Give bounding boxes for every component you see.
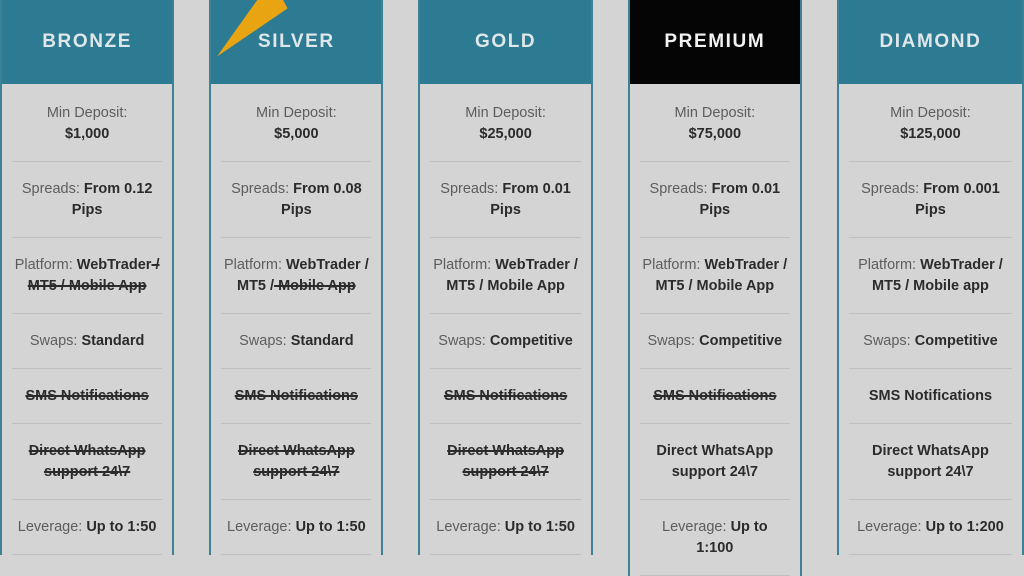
feature-whatsapp-support-premium: Direct WhatsApp support 24\7 bbox=[639, 424, 790, 501]
feature-swaps-gold: Swaps: Competitive bbox=[430, 314, 581, 370]
plan-title-gold: GOLD bbox=[474, 30, 537, 52]
plan-title-silver: SILVER bbox=[257, 30, 335, 52]
plan-card-diamond[interactable]: DIAMOND Min Deposit: $125,000 Spreads: From… bbox=[836, 0, 1024, 556]
plan-features-bronze: Min Deposit: $1,000 Spreads: From 0.12 Pip… bbox=[2, 84, 172, 556]
feature-spreads-premium: Spreads: From 0.01 Pips bbox=[639, 162, 790, 239]
plan-title-premium: PREMIUM bbox=[664, 30, 766, 52]
feature-platform-silver: Platform: WebTrader / MT5 / Mobile App bbox=[221, 238, 372, 315]
feature-platform-diamond: Platform: WebTrader / MT5 / Mobile app bbox=[848, 238, 1012, 315]
feature-swaps-silver: Swaps: Standard bbox=[221, 314, 372, 370]
plan-header-silver: SILVER bbox=[211, 0, 382, 84]
plan-header-diamond: DIAMOND bbox=[838, 0, 1022, 84]
plan-title-diamond: DIAMOND bbox=[879, 30, 982, 52]
feature-platform-gold: Platform: WebTrader / MT5 / Mobile App bbox=[430, 238, 581, 315]
feature-min-deposit-silver: Min Deposit: $5,000 bbox=[221, 84, 372, 163]
feature-leverage-bronze: Leverage: Up to 1:50 bbox=[12, 500, 163, 556]
feature-leverage-premium: Leverage: Up to 1:100 bbox=[639, 500, 790, 576]
feature-spreads-diamond: Spreads: From 0.001 Pips bbox=[848, 162, 1012, 239]
feature-leverage-diamond: Leverage: Up to 1:200 bbox=[848, 500, 1012, 556]
feature-platform-premium: Platform: WebTrader / MT5 / Mobile App bbox=[639, 238, 790, 315]
plan-card-premium[interactable]: PREMIUM Min Deposit: $75,000 Spreads: From … bbox=[627, 0, 802, 576]
feature-leverage-gold: Leverage: Up to 1:50 bbox=[430, 500, 581, 556]
plan-title-bronze: BRONZE bbox=[42, 30, 133, 52]
feature-swaps-premium: Swaps: Competitive bbox=[639, 314, 790, 370]
plan-features-gold: Min Deposit: $25,000 Spreads: From 0.01 Pi… bbox=[420, 84, 590, 556]
feature-sms-notifications-silver: SMS Notifications bbox=[221, 369, 372, 425]
plan-header-gold: GOLD bbox=[420, 0, 591, 84]
feature-leverage-silver: Leverage: Up to 1:50 bbox=[221, 500, 372, 556]
plan-card-bronze[interactable]: BRONZE Min Deposit: $1,000 Spreads: From 0.… bbox=[0, 0, 175, 556]
pricing-plan-comparison-table: BRONZE Min Deposit: $1,000 Spreads: From 0.… bbox=[0, 0, 1024, 576]
feature-whatsapp-support-gold: Direct WhatsApp support 24\7 bbox=[430, 424, 581, 501]
plan-header-premium: PREMIUM bbox=[629, 0, 800, 84]
feature-sms-notifications-diamond: SMS Notifications bbox=[848, 369, 1012, 425]
feature-min-deposit-bronze: Min Deposit: $1,000 bbox=[12, 84, 163, 163]
feature-sms-notifications-gold: SMS Notifications bbox=[430, 369, 581, 425]
plan-features-premium: Min Deposit: $75,000 Spreads: From 0.01 Pi… bbox=[630, 84, 800, 576]
feature-min-deposit-premium: Min Deposit: $75,000 bbox=[639, 84, 790, 163]
plan-card-silver[interactable]: SILVER Min Deposit: $5,000 Spreads: From 0.… bbox=[209, 0, 384, 556]
feature-swaps-bronze: Swaps: Standard bbox=[12, 314, 163, 370]
plan-header-bronze: BRONZE bbox=[2, 0, 173, 84]
feature-spreads-gold: Spreads: From 0.01 Pips bbox=[430, 162, 581, 239]
feature-spreads-bronze: Spreads: From 0.12 Pips bbox=[12, 162, 163, 239]
plan-card-gold[interactable]: GOLD Min Deposit: $25,000 Spreads: From 0.0… bbox=[418, 0, 593, 556]
feature-sms-notifications-premium: SMS Notifications bbox=[639, 369, 790, 425]
feature-min-deposit-gold: Min Deposit: $25,000 bbox=[430, 84, 581, 163]
feature-whatsapp-support-silver: Direct WhatsApp support 24\7 bbox=[221, 424, 372, 501]
feature-whatsapp-support-bronze: Direct WhatsApp support 24\7 bbox=[12, 424, 163, 501]
feature-whatsapp-support-diamond: Direct WhatsApp support 24\7 bbox=[848, 424, 1012, 501]
feature-platform-bronze: Platform: WebTrader / MT5 / Mobile App bbox=[12, 238, 163, 315]
feature-min-deposit-diamond: Min Deposit: $125,000 bbox=[848, 84, 1012, 163]
feature-swaps-diamond: Swaps: Competitive bbox=[848, 314, 1012, 370]
feature-sms-notifications-bronze: SMS Notifications bbox=[12, 369, 163, 425]
plan-features-diamond: Min Deposit: $125,000 Spreads: From 0.001 … bbox=[839, 84, 1022, 556]
plan-features-silver: Min Deposit: $5,000 Spreads: From 0.08 Pip… bbox=[211, 84, 381, 556]
feature-spreads-silver: Spreads: From 0.08 Pips bbox=[221, 162, 372, 239]
